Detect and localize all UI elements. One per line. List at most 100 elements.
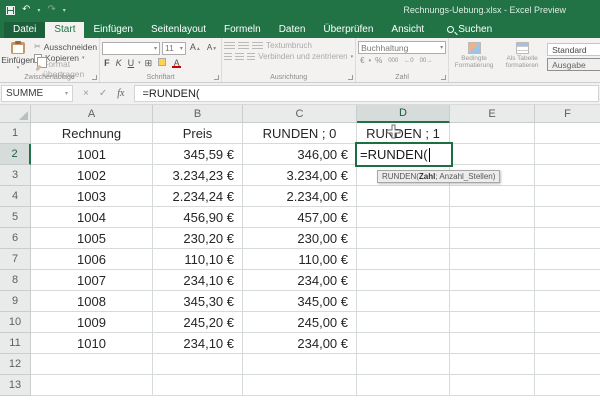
cell[interactable]: 230,20 € bbox=[153, 228, 243, 249]
cell[interactable] bbox=[535, 165, 600, 186]
cell[interactable] bbox=[243, 375, 357, 396]
shrink-font-button[interactable]: A▼ bbox=[205, 42, 219, 55]
insert-function-icon[interactable]: fx bbox=[117, 88, 124, 99]
row-header[interactable]: 13 bbox=[0, 375, 31, 396]
cancel-icon[interactable]: × bbox=[83, 88, 89, 99]
underline-dropdown-icon[interactable]: ▾ bbox=[138, 60, 141, 66]
cell[interactable] bbox=[357, 291, 450, 312]
cell[interactable] bbox=[450, 312, 535, 333]
cell[interactable]: 345,00 € bbox=[243, 291, 357, 312]
accounting-dropdown-icon[interactable]: ▾ bbox=[369, 58, 372, 64]
cell[interactable]: 1008 bbox=[31, 291, 153, 312]
align-top-icon[interactable] bbox=[224, 42, 235, 50]
tab-datei[interactable]: Datei bbox=[4, 22, 45, 38]
clipboard-dialog-launcher[interactable] bbox=[92, 75, 97, 80]
tab-ueberpruefen[interactable]: Überprüfen bbox=[314, 22, 382, 38]
column-header-f[interactable]: F bbox=[535, 105, 600, 123]
cell[interactable] bbox=[535, 354, 600, 375]
cell-style-ausgabe[interactable]: Ausgabe bbox=[547, 58, 600, 71]
cell[interactable] bbox=[535, 123, 600, 144]
cell[interactable] bbox=[450, 186, 535, 207]
cell[interactable] bbox=[450, 354, 535, 375]
cell[interactable] bbox=[357, 354, 450, 375]
cell[interactable]: 1001 bbox=[31, 144, 153, 165]
row-header[interactable]: 12 bbox=[0, 354, 31, 375]
column-header-e[interactable]: E bbox=[450, 105, 535, 123]
row-header[interactable]: 10 bbox=[0, 312, 31, 333]
row-header[interactable]: 3 bbox=[0, 165, 31, 186]
row-header[interactable]: 4 bbox=[0, 186, 31, 207]
name-box-dropdown-icon[interactable]: ▾ bbox=[65, 90, 68, 97]
cell[interactable]: 245,00 € bbox=[243, 312, 357, 333]
row-header[interactable]: 9 bbox=[0, 291, 31, 312]
cell[interactable]: RUNDEN ; 0 bbox=[243, 123, 357, 144]
increase-decimal-icon[interactable]: ←0 bbox=[402, 58, 415, 64]
merge-center-button[interactable]: Verbinden und zentrieren bbox=[258, 52, 347, 61]
tab-einfuegen[interactable]: Einfügen bbox=[84, 22, 141, 38]
cell[interactable]: 110,00 € bbox=[243, 249, 357, 270]
font-color-button[interactable]: A bbox=[170, 59, 183, 68]
italic-button[interactable]: K bbox=[114, 57, 124, 69]
tab-formeln[interactable]: Formeln bbox=[215, 22, 270, 38]
cell[interactable]: 1003 bbox=[31, 186, 153, 207]
underline-button[interactable]: U bbox=[126, 57, 137, 69]
name-box[interactable]: SUMME ▾ bbox=[1, 85, 73, 102]
cell[interactable] bbox=[450, 123, 535, 144]
borders-button[interactable]: ⊞ bbox=[143, 57, 155, 69]
cell[interactable]: 3.234,23 € bbox=[153, 165, 243, 186]
row-header[interactable]: 6 bbox=[0, 228, 31, 249]
cell[interactable] bbox=[535, 249, 600, 270]
cell[interactable] bbox=[357, 375, 450, 396]
undo-icon[interactable]: ↶ bbox=[22, 5, 30, 15]
column-header-a[interactable]: A bbox=[31, 105, 153, 123]
customize-quick-access-icon[interactable]: ▾ bbox=[63, 7, 66, 14]
cell[interactable]: 457,00 € bbox=[243, 207, 357, 228]
paste-button[interactable]: Einfügen ▾ bbox=[2, 41, 34, 71]
cell[interactable]: 1007 bbox=[31, 270, 153, 291]
cell[interactable]: 234,00 € bbox=[243, 333, 357, 354]
cell[interactable]: 1004 bbox=[31, 207, 153, 228]
row-header[interactable]: 11 bbox=[0, 333, 31, 354]
undo-dropdown-icon[interactable]: ▾ bbox=[37, 7, 40, 14]
cell[interactable] bbox=[535, 186, 600, 207]
select-all-corner[interactable] bbox=[0, 105, 31, 123]
column-header-b[interactable]: B bbox=[153, 105, 243, 123]
tab-start[interactable]: Start bbox=[45, 22, 84, 38]
cell[interactable]: 1010 bbox=[31, 333, 153, 354]
cell[interactable]: 234,00 € bbox=[243, 270, 357, 291]
cell[interactable] bbox=[535, 291, 600, 312]
tab-seitenlayout[interactable]: Seitenlayout bbox=[142, 22, 215, 38]
alignment-dialog-launcher[interactable] bbox=[348, 75, 353, 80]
bold-button[interactable]: F bbox=[102, 57, 112, 69]
grow-font-button[interactable]: A▲ bbox=[188, 41, 203, 55]
cell[interactable] bbox=[535, 375, 600, 396]
cell[interactable] bbox=[535, 270, 600, 291]
cell[interactable]: RUNDEN ; 1 bbox=[357, 123, 450, 144]
cell[interactable]: 345,30 € bbox=[153, 291, 243, 312]
cell[interactable]: 2.234,24 € bbox=[153, 186, 243, 207]
cell[interactable]: 110,10 € bbox=[153, 249, 243, 270]
font-size-combo[interactable]: 11 ▾ bbox=[162, 42, 186, 55]
cell[interactable]: Rechnung bbox=[31, 123, 153, 144]
tell-me-search[interactable]: Suchen bbox=[447, 24, 492, 38]
formula-input[interactable]: =RUNDEN( bbox=[134, 85, 599, 102]
cell[interactable] bbox=[535, 228, 600, 249]
cell[interactable] bbox=[357, 270, 450, 291]
cell[interactable] bbox=[450, 291, 535, 312]
cell[interactable] bbox=[535, 333, 600, 354]
comma-style-icon[interactable]: 000 bbox=[386, 58, 400, 64]
cell[interactable] bbox=[535, 312, 600, 333]
cell[interactable]: 1005 bbox=[31, 228, 153, 249]
cell[interactable] bbox=[357, 312, 450, 333]
row-header[interactable]: 7 bbox=[0, 249, 31, 270]
cell[interactable]: 1009 bbox=[31, 312, 153, 333]
cell[interactable]: 1006 bbox=[31, 249, 153, 270]
cell[interactable] bbox=[535, 207, 600, 228]
column-header-d[interactable]: D bbox=[357, 105, 450, 123]
align-right-icon[interactable] bbox=[247, 53, 255, 61]
fill-color-button[interactable] bbox=[156, 57, 168, 69]
number-dialog-launcher[interactable] bbox=[441, 75, 446, 80]
cut-button[interactable]: ✂ Ausschneiden bbox=[34, 42, 97, 52]
cell[interactable] bbox=[153, 375, 243, 396]
cell[interactable] bbox=[357, 228, 450, 249]
